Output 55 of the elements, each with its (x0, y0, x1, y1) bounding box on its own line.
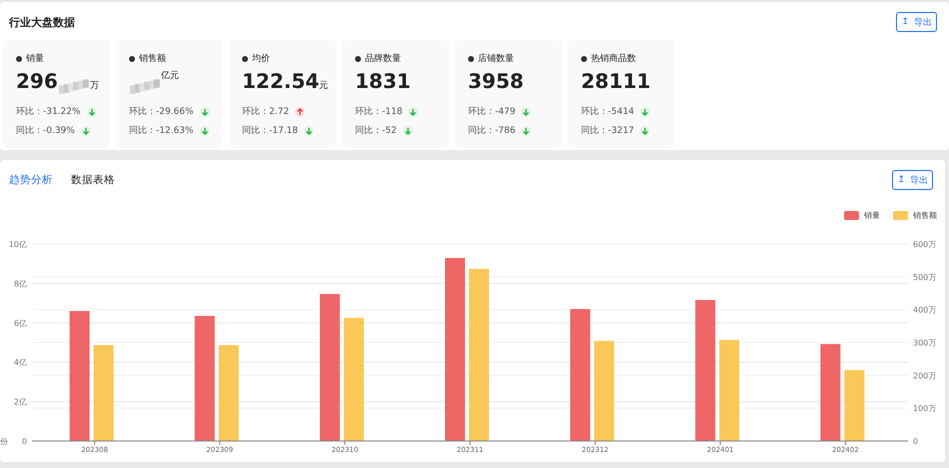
metric-label: 销售额 (139, 52, 166, 65)
bullet-icon (16, 56, 22, 62)
axis-tick-label: 600万 (913, 240, 936, 249)
metric-label: 销量 (26, 52, 44, 65)
change-text: 环比：-5414 (581, 106, 634, 118)
bullet-icon (468, 56, 474, 62)
bullet-icon (129, 56, 135, 62)
axis-label: 份 (0, 437, 8, 446)
panel-title: 行业大盘数据 (9, 14, 75, 30)
metric-unit: 万 (90, 80, 99, 92)
tab[interactable]: 数据表格 (71, 173, 115, 187)
change-text: 同比：-17.18 (242, 124, 298, 137)
bullet-icon (242, 56, 248, 62)
metric-label: 均价 (252, 52, 270, 65)
metric-unit: 元 (319, 80, 328, 92)
metric-value: 1831 (355, 69, 411, 93)
metric-label: 品牌数量 (365, 52, 401, 65)
axis-tick-label: 0 (913, 437, 918, 446)
change-text: 环比：2.72 (242, 106, 290, 118)
axis-tick-label: 400万 (913, 306, 936, 315)
change-text: 同比：-3217 (581, 124, 634, 137)
change-text: 环比：-118 (355, 106, 402, 118)
bullet-icon (355, 56, 361, 62)
metric-value: 28111 (581, 69, 651, 93)
axis-tick-label: 4亿 (14, 358, 27, 368)
change-text: 同比：-52 (355, 124, 397, 137)
axis-tick-label: 8亿 (14, 279, 27, 288)
change-text: 环比：-479 (468, 106, 516, 118)
metric-value: 296 (16, 69, 58, 93)
export-button[interactable]: ↥ 导出 (896, 12, 937, 32)
bullet-icon (581, 56, 587, 62)
metric-unit: 亿元 (161, 70, 179, 82)
change-text: 环比：-29.66% (129, 106, 194, 118)
axis-tick-label: 0 (22, 437, 27, 446)
change-text: 同比：-786 (468, 124, 516, 137)
metric-label: 热销商品数 (591, 52, 636, 65)
change-text: 环比：-31.22% (16, 106, 81, 118)
axis-tick-label: 10亿 (8, 240, 27, 249)
export-button[interactable]: ↥ 导出 (892, 170, 933, 190)
axis-tick-label: 200万 (913, 371, 936, 380)
legend-label: 销售额 (913, 210, 937, 221)
change-text: 同比：-12.63% (129, 124, 194, 137)
tab[interactable]: 趋势分析 (9, 173, 53, 187)
upload-icon: ↥ (897, 175, 905, 185)
metric-label: 店铺数量 (478, 52, 514, 65)
axis-tick-label: 300万 (913, 338, 936, 348)
axis-tick-label: 6亿 (14, 318, 27, 328)
upload-icon: ↥ (901, 17, 909, 27)
axis-tick-label: 500万 (913, 272, 936, 282)
legend-label: 销量 (864, 210, 880, 221)
axis-tick-label: 2亿 (14, 398, 27, 407)
metric-value: 122.54 (242, 69, 320, 93)
metric-value: 3958 (468, 69, 524, 93)
change-text: 同比：-0.39% (16, 124, 75, 137)
axis-tick-label: 100万 (913, 404, 936, 414)
